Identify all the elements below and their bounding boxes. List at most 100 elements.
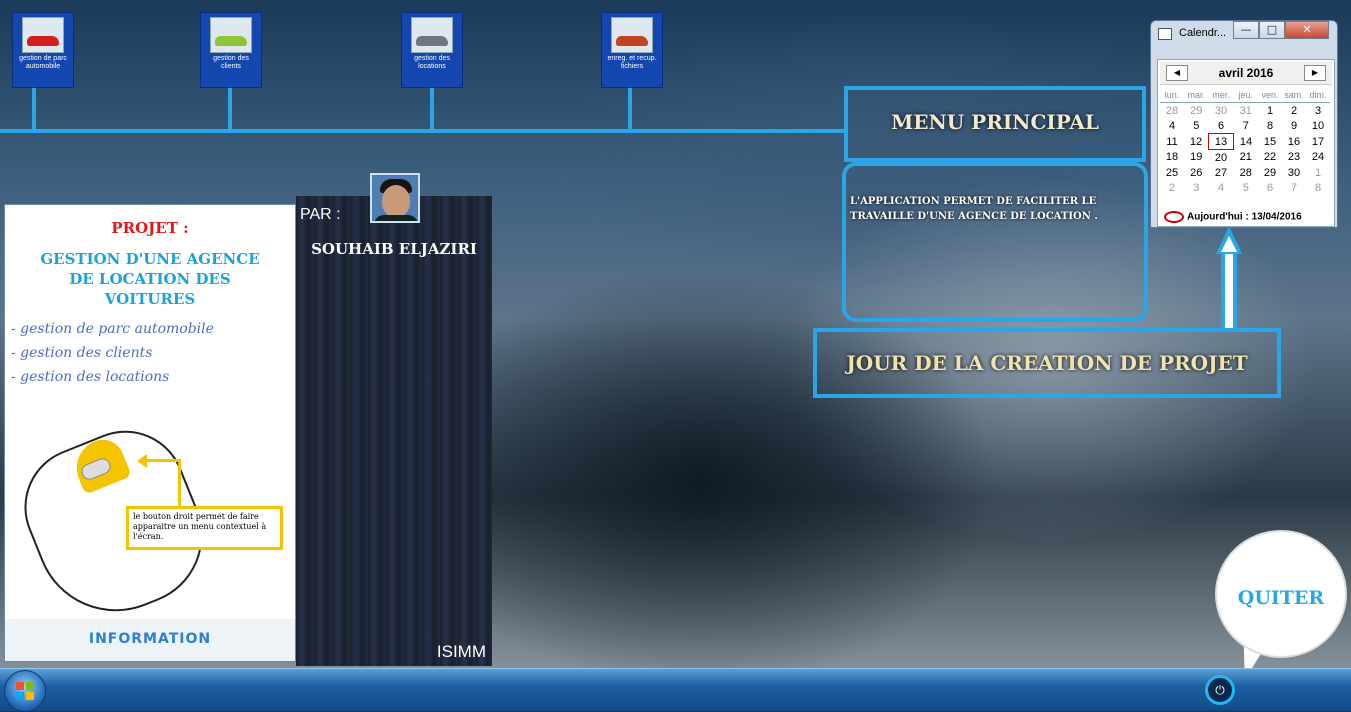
shortcut-label: gestion de parc automobile bbox=[19, 55, 67, 70]
calendar-body: ◀ avril 2016 ▶ lun. mar. mer. jeu. ven. … bbox=[1157, 59, 1335, 227]
close-button[interactable]: ✕ bbox=[1285, 21, 1329, 39]
calendar-day[interactable]: 2 bbox=[1160, 180, 1184, 195]
day-name: jeu. bbox=[1233, 87, 1258, 103]
today-link[interactable]: Aujourd'hui : 13/04/2016 bbox=[1164, 211, 1302, 223]
avatar bbox=[370, 173, 420, 223]
avatar-shirt bbox=[374, 215, 418, 221]
calendar-day[interactable]: 19 bbox=[1184, 150, 1209, 166]
day-name: ven. bbox=[1258, 87, 1282, 103]
maximize-button[interactable]: □ bbox=[1259, 21, 1285, 39]
par-label: PAR : bbox=[300, 206, 341, 223]
next-month-button[interactable]: ▶ bbox=[1304, 65, 1326, 81]
calendar-day[interactable]: 18 bbox=[1160, 150, 1184, 166]
calendar-day[interactable]: 3 bbox=[1184, 180, 1209, 195]
connector-stub-2 bbox=[228, 88, 232, 130]
calendar-day[interactable]: 16 bbox=[1282, 134, 1306, 150]
calendar-day-selected[interactable]: 13 bbox=[1208, 133, 1234, 150]
calendar-day[interactable]: 26 bbox=[1184, 165, 1209, 180]
calendar-day[interactable]: 15 bbox=[1258, 134, 1282, 150]
calendar-day[interactable]: 12 bbox=[1184, 134, 1209, 150]
calendar-day[interactable]: 9 bbox=[1282, 118, 1306, 134]
calendar-day[interactable]: 30 bbox=[1282, 165, 1306, 180]
shortcut-parc-automobile[interactable]: gestion de parc automobile bbox=[12, 12, 74, 88]
day-name: sam. bbox=[1282, 87, 1306, 103]
calendar-day[interactable]: 11 bbox=[1160, 134, 1184, 150]
calendar-day[interactable]: 29 bbox=[1184, 103, 1209, 119]
calendar-day[interactable]: 22 bbox=[1258, 150, 1282, 166]
project-info-panel: PROJET : GESTION D'UNE AGENCE DE LOCATIO… bbox=[4, 204, 296, 662]
desktop-background: gestion de parc automobile gestion des c… bbox=[0, 0, 1351, 683]
callout-connector bbox=[178, 459, 181, 507]
connector-stub-3 bbox=[430, 88, 434, 130]
school-label: ISIMM bbox=[436, 642, 486, 661]
window-icon bbox=[1158, 28, 1172, 40]
calendar-day[interactable]: 1 bbox=[1258, 103, 1282, 119]
orange-car-icon bbox=[611, 17, 653, 53]
arrow-shaft-inner bbox=[1225, 254, 1233, 330]
calendar-grid: lun. mar. mer. jeu. ven. sam. dim. 28 29… bbox=[1160, 87, 1330, 195]
feature-item: - gestion des locations bbox=[11, 369, 170, 385]
shortcut-label: gestion des clients bbox=[213, 55, 249, 70]
calendar-day[interactable]: 31 bbox=[1234, 103, 1259, 119]
calendar-day[interactable]: 2 bbox=[1282, 103, 1306, 119]
calendar-window[interactable]: Calendr... — □ ✕ ◀ avril 2016 ▶ lun. mar… bbox=[1150, 20, 1338, 228]
shortcut-locations[interactable]: gestion des locations bbox=[401, 12, 463, 88]
feature-list: - gestion de parc automobile - gestion d… bbox=[11, 317, 214, 389]
calendar-day[interactable]: 4 bbox=[1160, 118, 1184, 134]
windows-logo-icon bbox=[16, 682, 34, 700]
calendar-day[interactable]: 30 bbox=[1209, 103, 1234, 119]
silver-car-icon bbox=[411, 17, 453, 53]
day-name: lun. bbox=[1160, 87, 1184, 103]
calendar-day[interactable]: 7 bbox=[1282, 180, 1306, 195]
calendar-day[interactable]: 6 bbox=[1258, 180, 1282, 195]
calendar-day[interactable]: 27 bbox=[1209, 165, 1234, 180]
day-name: dim. bbox=[1306, 87, 1330, 103]
calendar-day[interactable]: 14 bbox=[1234, 134, 1259, 150]
calendar-day[interactable]: 29 bbox=[1258, 165, 1282, 180]
calendar-day[interactable]: 7 bbox=[1234, 118, 1259, 134]
feature-item: - gestion de parc automobile bbox=[11, 321, 214, 337]
calendar-header: ◀ avril 2016 ▶ bbox=[1160, 62, 1332, 85]
callout-arrow-icon bbox=[137, 454, 147, 468]
projet-label: PROJET : bbox=[111, 219, 189, 237]
connector-stub-4 bbox=[628, 88, 632, 130]
project-title: GESTION D'UNE AGENCE DE LOCATION DES VOI… bbox=[40, 250, 260, 308]
calendar-day[interactable]: 28 bbox=[1160, 103, 1184, 119]
start-button[interactable] bbox=[4, 670, 46, 712]
calendar-day[interactable]: 17 bbox=[1306, 134, 1330, 150]
information-button[interactable]: INFORMATION bbox=[5, 619, 295, 661]
calendar-day[interactable]: 24 bbox=[1306, 150, 1330, 166]
calendar-day[interactable]: 28 bbox=[1234, 165, 1259, 180]
feature-item: - gestion des clients bbox=[11, 345, 153, 361]
calendar-day[interactable]: 4 bbox=[1209, 180, 1234, 195]
calendar-day[interactable]: 23 bbox=[1282, 150, 1306, 166]
power-icon[interactable]: ⏻ bbox=[1205, 675, 1235, 705]
day-name: mer. bbox=[1208, 87, 1234, 103]
shortcut-fichiers[interactable]: enreg. et recup. fichiers bbox=[601, 12, 663, 88]
calendar-day[interactable]: 5 bbox=[1184, 118, 1209, 134]
red-car-icon bbox=[22, 17, 64, 53]
calendar-day[interactable]: 21 bbox=[1234, 150, 1259, 166]
author-panel: PAR : SOUHAIB ELJAZIRI ISIMM bbox=[296, 196, 492, 666]
calendar-day[interactable]: 8 bbox=[1258, 118, 1282, 134]
green-car-icon bbox=[210, 17, 252, 53]
shortcut-label: gestion des locations bbox=[414, 55, 450, 70]
calendar-titlebar[interactable]: Calendr... — □ ✕ bbox=[1151, 21, 1337, 47]
quit-button[interactable]: QUITER bbox=[1215, 530, 1347, 658]
day-name: mar. bbox=[1184, 87, 1209, 103]
calendar-window-title: Calendr... bbox=[1179, 27, 1227, 39]
calendar-day[interactable]: 1 bbox=[1306, 165, 1330, 180]
calendar-day[interactable]: 8 bbox=[1306, 180, 1330, 195]
calendar-day[interactable]: 3 bbox=[1306, 103, 1330, 119]
calendar-day[interactable]: 5 bbox=[1234, 180, 1259, 195]
callout-connector bbox=[145, 459, 181, 462]
calendar-day[interactable]: 10 bbox=[1306, 118, 1330, 134]
avatar-face bbox=[382, 185, 410, 217]
calendar-day[interactable]: 6 bbox=[1209, 118, 1234, 134]
menu-connector-line bbox=[0, 129, 846, 133]
calendar-day[interactable]: 25 bbox=[1160, 165, 1184, 180]
shortcut-clients[interactable]: gestion des clients bbox=[200, 12, 262, 88]
calendar-day[interactable]: 20 bbox=[1209, 150, 1234, 166]
menu-description: L'APPLICATION PERMET DE FACILITER LE TRA… bbox=[842, 162, 1148, 322]
minimize-button[interactable]: — bbox=[1233, 21, 1259, 39]
